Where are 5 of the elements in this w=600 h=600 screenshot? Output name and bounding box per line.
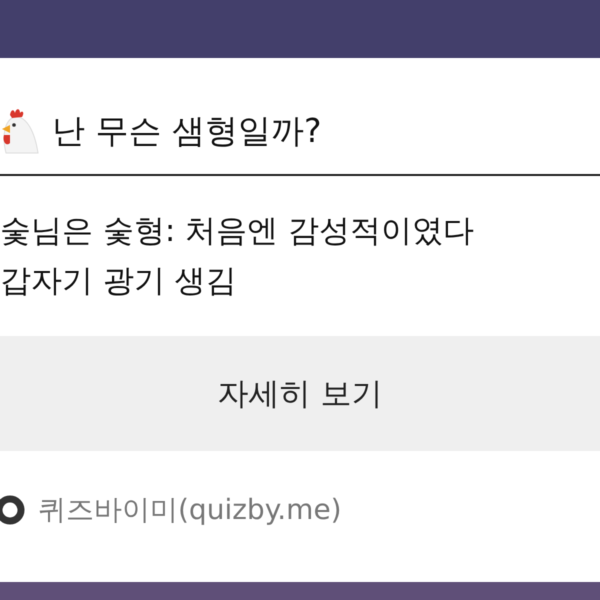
source-link[interactable]: 퀴즈바이미(quizby.me) (38, 491, 342, 529)
quiz-title: 난 무슨 샘형일까? (52, 110, 322, 152)
result-text: 갑자기 광기 생김 (0, 262, 238, 301)
result-text: 숯님은 숯형: 처음엔 감성적이였다 (0, 212, 476, 251)
detail-button[interactable]: 자세히 보기 (0, 336, 600, 451)
